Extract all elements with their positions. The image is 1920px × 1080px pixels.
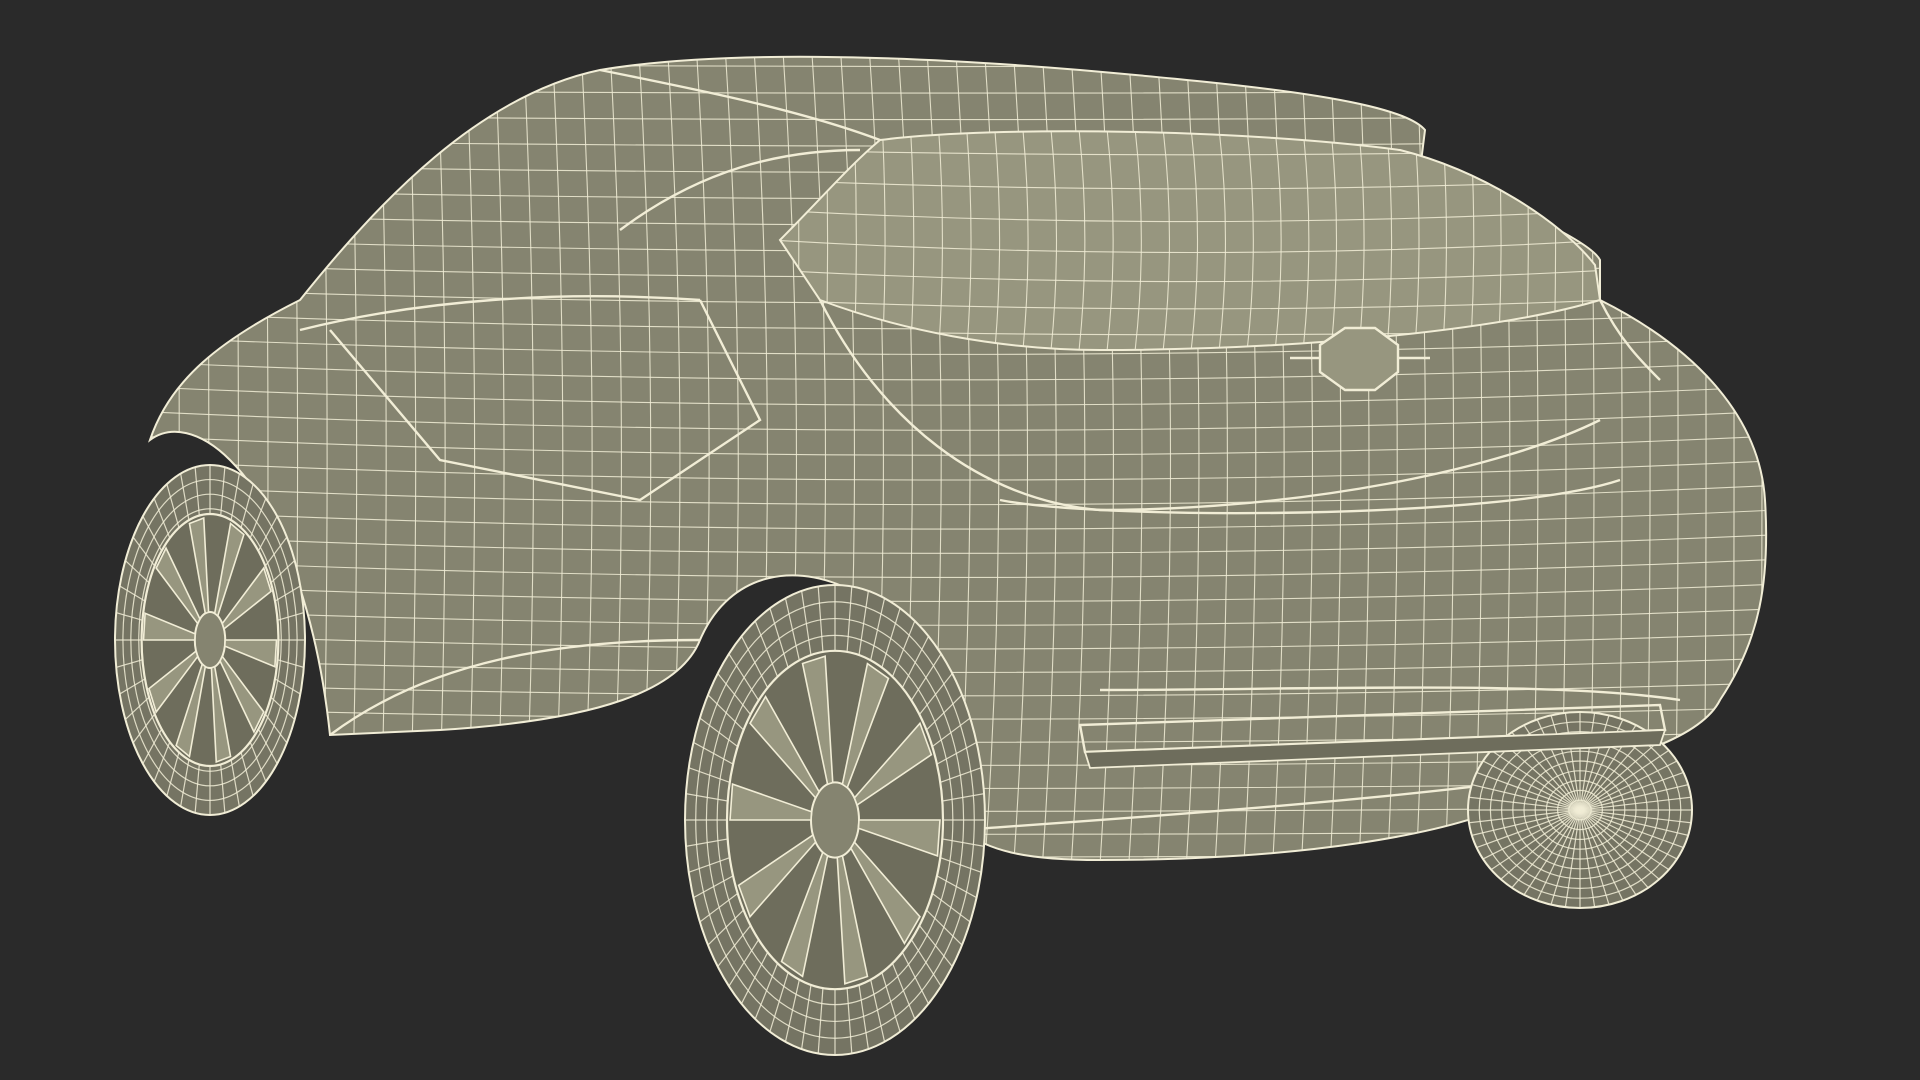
render-viewport (0, 0, 1920, 1080)
wireframe-car-icon (0, 0, 1920, 1080)
